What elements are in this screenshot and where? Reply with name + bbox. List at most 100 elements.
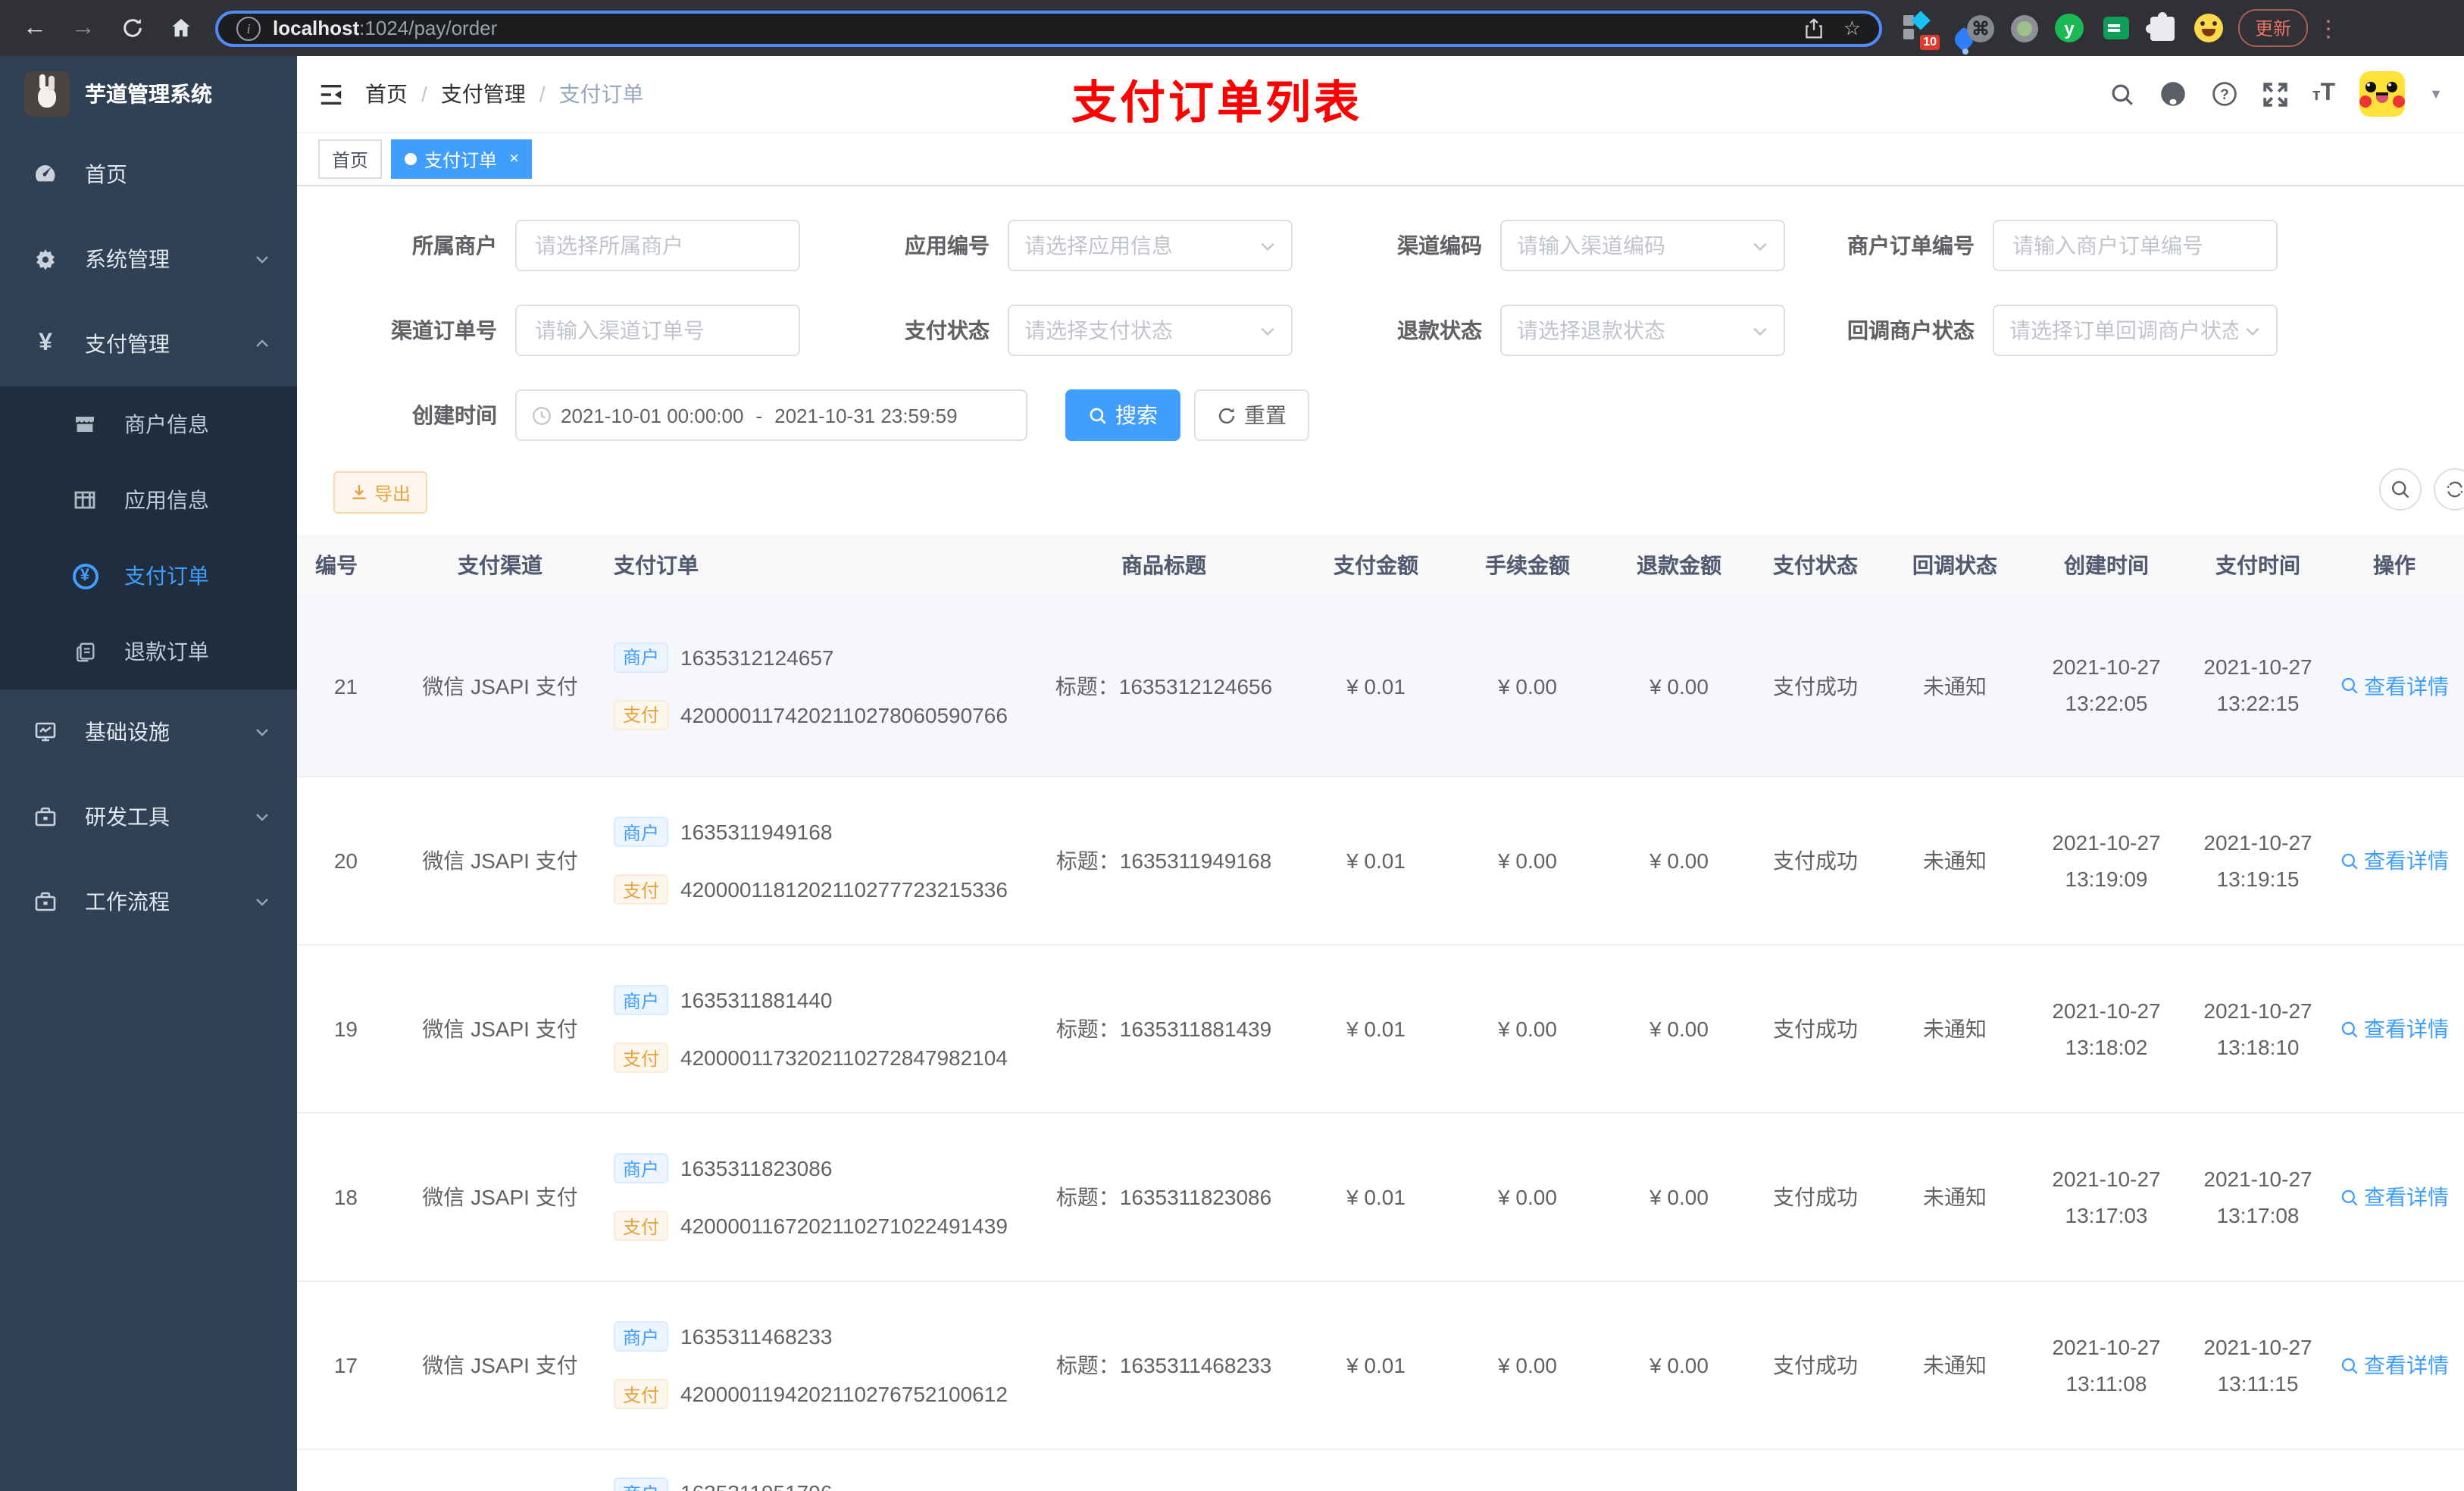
view-detail-link[interactable]: 查看详情 xyxy=(2340,1350,2449,1380)
toolbox-icon xyxy=(27,805,64,829)
browser-toolbar: ← → i localhost:1024/pay/order ☆ 10 ⌘ y xyxy=(0,0,2464,56)
pay-order-no: 4200001173202110272847982104 xyxy=(680,1046,1008,1070)
sidebar-item-infra[interactable]: 基础设施 xyxy=(0,689,297,774)
extension-badge: 10 xyxy=(1920,34,1940,49)
sidebar-item-label: 工作流程 xyxy=(85,889,170,914)
extensions-puzzle-icon[interactable] xyxy=(2146,11,2175,40)
browser-menu-icon[interactable]: ⋮ xyxy=(2317,14,2340,42)
pay-tag: 支付 xyxy=(614,1042,669,1073)
address-bar[interactable]: i localhost:1024/pay/order ☆ xyxy=(215,10,1882,46)
dashboard-icon xyxy=(27,162,64,186)
gear-icon xyxy=(27,247,64,271)
documents-icon xyxy=(67,640,103,663)
pay-tag: 支付 xyxy=(614,1379,669,1409)
table-row[interactable]: 19 微信 JSAPI 支付 商户 1635311881440 支付 4200001… xyxy=(297,946,2464,1114)
yen-icon: ¥ xyxy=(39,330,52,356)
table-row[interactable]: 21 微信 JSAPI 支付 商户 1635312124657 支付 4200001… xyxy=(297,595,2464,777)
tag-home[interactable]: 首页 xyxy=(318,139,383,179)
pay-order-no: 4200001181202110277723215336 xyxy=(680,877,1008,902)
table-row[interactable]: 17 微信 JSAPI 支付 商户 1635311468233 支付 4200001… xyxy=(297,1282,2464,1450)
font-size-icon[interactable]: тT xyxy=(2312,80,2335,108)
sidebar-item-devtools[interactable]: 研发工具 xyxy=(0,774,297,859)
merchant-order-no-input[interactable] xyxy=(1993,220,2278,271)
sidebar-item-label: 应用信息 xyxy=(124,488,209,512)
sidebar-item-workflow[interactable]: 工作流程 xyxy=(0,859,297,944)
channel-order-no-input[interactable] xyxy=(515,305,800,356)
help-icon[interactable]: ? xyxy=(2211,80,2238,108)
notify-status-label: 回调商户状态 xyxy=(1847,318,1975,342)
chevron-down-icon xyxy=(255,252,270,267)
channel-order-no-label: 渠道订单号 xyxy=(391,318,497,342)
date-start: 2021-10-01 00:00:00 xyxy=(561,404,744,427)
channel-code-label: 渠道编码 xyxy=(1397,233,1482,258)
share-icon[interactable] xyxy=(1804,17,1825,39)
browser-update-button[interactable]: 更新 xyxy=(2238,9,2309,47)
pay-status-label: 支付状态 xyxy=(905,318,990,342)
export-button[interactable]: 导出 xyxy=(333,471,428,514)
view-detail-link[interactable]: 查看详情 xyxy=(2340,1182,2449,1212)
table-row[interactable]: 18 微信 JSAPI 支付 商户 1635311823086 支付 4200001… xyxy=(297,1114,2464,1282)
user-avatar[interactable] xyxy=(2359,71,2406,117)
app-logo: 芋道管理系统 xyxy=(0,56,297,132)
sidebar-item-home[interactable]: 首页 xyxy=(0,132,297,217)
sidebar-item-merchant-info[interactable]: 商户信息 xyxy=(0,386,297,462)
view-detail-link[interactable]: 查看详情 xyxy=(2340,1014,2449,1044)
extension-chat-icon[interactable] xyxy=(2103,17,2128,39)
site-info-icon[interactable]: i xyxy=(236,16,261,40)
refresh-button[interactable] xyxy=(2434,468,2464,511)
breadcrumb: 首页 / 支付管理 / 支付订单 xyxy=(365,79,644,109)
close-icon[interactable]: × xyxy=(509,150,519,168)
reset-button[interactable]: 重置 xyxy=(1194,389,1309,441)
github-icon[interactable] xyxy=(2159,80,2187,108)
sidebar-item-pay-order[interactable]: ¥ 支付订单 xyxy=(0,538,297,614)
search-icon[interactable] xyxy=(2109,81,2135,107)
sidebar-item-system[interactable]: 系统管理 xyxy=(0,217,297,302)
sidebar-item-pay[interactable]: ¥ 支付管理 xyxy=(0,302,297,386)
pay-tag: 支付 xyxy=(614,874,669,905)
pay-order-no: 4200001167202110271022491439 xyxy=(680,1214,1008,1238)
merchant-tag: 商户 xyxy=(614,985,669,1015)
bookmark-star-icon[interactable]: ☆ xyxy=(1843,16,1861,40)
sidebar-item-refund-order[interactable]: 退款订单 xyxy=(0,614,297,689)
search-button[interactable]: 搜索 xyxy=(1065,389,1180,441)
create-time-label: 创建时间 xyxy=(412,403,497,427)
fullscreen-icon[interactable] xyxy=(2262,81,2288,107)
user-menu-caret-icon[interactable]: ▼ xyxy=(2429,86,2443,102)
browser-forward-icon[interactable]: → xyxy=(64,8,103,48)
breadcrumb-home[interactable]: 首页 xyxy=(365,79,408,109)
channel-code-select[interactable]: 请输入渠道编码 xyxy=(1500,220,1785,271)
pay-status-select[interactable]: 请选择支付状态 xyxy=(1008,305,1293,356)
chevron-down-icon xyxy=(1752,237,1768,254)
browser-reload-icon[interactable] xyxy=(112,8,152,48)
briefcase-icon xyxy=(27,889,64,914)
browser-back-icon[interactable]: ← xyxy=(15,8,55,48)
page-content: 所属商户 应用编号 请选择应用信息 渠道编码 xyxy=(297,186,2464,1491)
sidebar-item-app-info[interactable]: 应用信息 xyxy=(0,462,297,538)
create-time-range-picker[interactable]: 2021-10-01 00:00:00 - 2021-10-31 23:59:5… xyxy=(515,389,1027,441)
merchant-order-no: 1635311823086 xyxy=(680,1156,833,1180)
app-select[interactable]: 请选择应用信息 xyxy=(1008,220,1293,271)
order-table: 编号 支付渠道 支付订单 商品标题 支付金额 手续金额 退款金额 支付状态 回调… xyxy=(297,535,2464,1491)
app-label: 应用编号 xyxy=(905,233,990,258)
extension-command-icon[interactable]: ⌘ xyxy=(1967,14,1994,42)
url-path: :1024/pay/order xyxy=(359,17,498,39)
merchant-input[interactable] xyxy=(515,220,800,271)
view-detail-link[interactable]: 查看详情 xyxy=(2340,670,2449,701)
search-toggle-button[interactable] xyxy=(2379,468,2422,511)
extension-collection-icon[interactable]: 10 xyxy=(1903,10,1940,49)
table-row[interactable]: 20 微信 JSAPI 支付 商户 1635311949168 支付 4200001… xyxy=(297,777,2464,946)
breadcrumb-pay[interactable]: 支付管理 xyxy=(441,79,526,109)
refund-status-label: 退款状态 xyxy=(1397,318,1482,342)
extension-y-icon[interactable]: y xyxy=(2055,14,2084,42)
sidebar-fold-icon[interactable] xyxy=(297,81,365,107)
view-detail-link[interactable]: 查看详情 xyxy=(2340,846,2449,876)
refund-status-select[interactable]: 请选择退款状态 xyxy=(1500,305,1785,356)
browser-profile-avatar[interactable] xyxy=(2194,14,2223,42)
tag-pay-order[interactable]: 支付订单 × xyxy=(391,139,533,179)
browser-home-icon[interactable] xyxy=(161,8,200,48)
table-row[interactable]: 商户 1635311951796 xyxy=(297,1450,2464,1491)
notify-status-select[interactable]: 请选择订单回调商户状态 xyxy=(1993,305,2278,356)
extension-dot-icon[interactable] xyxy=(2011,14,2038,42)
logo-image xyxy=(24,71,70,117)
pay-tag: 支付 xyxy=(614,699,669,730)
